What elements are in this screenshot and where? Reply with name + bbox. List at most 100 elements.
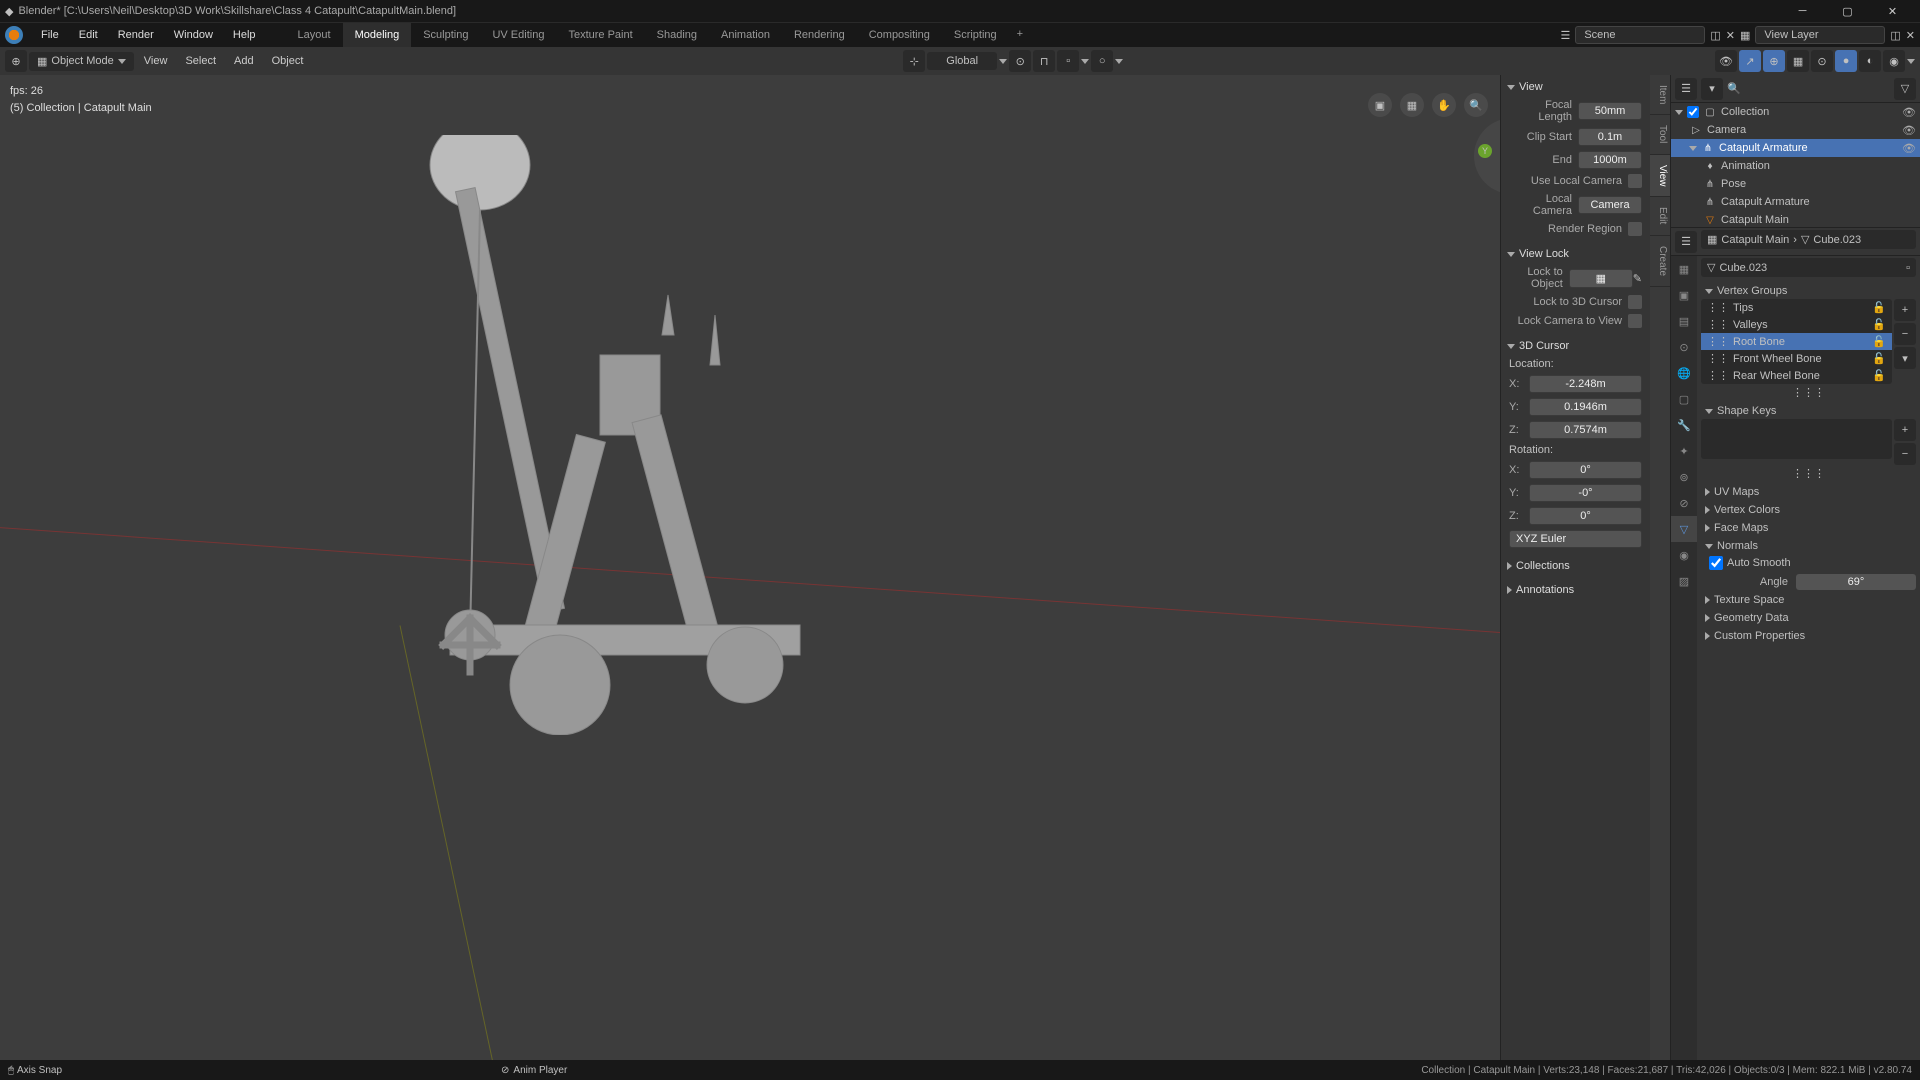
prop-tab-world[interactable]: 🌐	[1671, 360, 1697, 386]
maximize-button[interactable]: ▢	[1825, 1, 1870, 21]
xray-icon[interactable]: ▦	[1787, 50, 1809, 72]
minimize-button[interactable]: ─	[1780, 1, 1825, 21]
vg-tips[interactable]: ⋮⋮Tips🔓	[1701, 299, 1892, 316]
cursor-rz-field[interactable]: 0°	[1529, 507, 1642, 525]
header-menu-object[interactable]: Object	[264, 52, 312, 70]
vertex-groups-header[interactable]: Vertex Groups	[1701, 283, 1916, 299]
gizmo-toggle-icon[interactable]: ↗	[1739, 50, 1761, 72]
viewlayer-browse-icon[interactable]: ◫	[1890, 29, 1900, 42]
pivot-icon[interactable]: ⊙	[1009, 50, 1031, 72]
vg-add-button[interactable]: +	[1894, 299, 1916, 321]
npanel-tab-create[interactable]: Create	[1650, 236, 1670, 287]
snap-target-icon[interactable]: ▫	[1057, 50, 1079, 72]
navigation-gizmo[interactable]: Z Y X	[1474, 118, 1500, 182]
rotation-mode-select[interactable]: XYZ Euler	[1509, 530, 1642, 548]
sk-remove-button[interactable]: −	[1894, 443, 1916, 465]
cursor-ry-field[interactable]: -0°	[1529, 484, 1642, 502]
prop-tab-modifiers[interactable]: 🔧	[1671, 412, 1697, 438]
vg-valleys[interactable]: ⋮⋮Valleys🔓	[1701, 316, 1892, 333]
menu-window[interactable]: Window	[164, 25, 223, 45]
close-icon[interactable]: ⊘	[501, 1065, 509, 1076]
outliner-editor-icon[interactable]: ☰	[1675, 78, 1697, 100]
workspace-tab-animation[interactable]: Animation	[709, 23, 782, 47]
menu-edit[interactable]: Edit	[69, 25, 108, 45]
properties-editor-icon[interactable]: ☰	[1675, 231, 1697, 253]
editor-type-icon[interactable]: ⊕	[5, 50, 27, 72]
close-button[interactable]: ✕	[1870, 1, 1915, 21]
lock-icon[interactable]: 🔓	[1872, 318, 1886, 331]
workspace-tab-compositing[interactable]: Compositing	[857, 23, 942, 47]
prop-tab-particles[interactable]: ✦	[1671, 438, 1697, 464]
auto-smooth-checkbox[interactable]	[1709, 556, 1723, 570]
local-camera-checkbox[interactable]	[1628, 174, 1642, 188]
focal-length-field[interactable]: 50mm	[1578, 102, 1642, 120]
workspace-add-button[interactable]: +	[1009, 23, 1031, 47]
workspace-tab-shading[interactable]: Shading	[645, 23, 709, 47]
workspace-tab-uv[interactable]: UV Editing	[480, 23, 556, 47]
prop-tab-output[interactable]: ▣	[1671, 282, 1697, 308]
shading-wire-icon[interactable]: ⊙	[1811, 50, 1833, 72]
npanel-tab-item[interactable]: Item	[1650, 75, 1670, 115]
search-icon[interactable]: 🔍	[1727, 82, 1741, 95]
lock-camera-view-checkbox[interactable]	[1628, 314, 1642, 328]
shading-solid-icon[interactable]: ●	[1835, 50, 1857, 72]
cursor-rx-field[interactable]: 0°	[1529, 461, 1642, 479]
custom-properties-header[interactable]: Custom Properties	[1701, 628, 1916, 644]
texture-space-header[interactable]: Texture Space	[1701, 592, 1916, 608]
vg-root-bone[interactable]: ⋮⋮Root Bone🔓	[1701, 333, 1892, 350]
outliner-camera[interactable]: ▷ Camera 👁	[1671, 121, 1920, 139]
outliner-pose[interactable]: ⋔ Pose	[1671, 175, 1920, 193]
zoom-icon[interactable]: 🔍	[1464, 93, 1488, 117]
workspace-tab-scripting[interactable]: Scripting	[942, 23, 1009, 47]
visibility-icon[interactable]: 👁	[1715, 50, 1737, 72]
menu-render[interactable]: Render	[108, 25, 164, 45]
pan-icon[interactable]: ✋	[1432, 93, 1456, 117]
grip-icon[interactable]: ⋮⋮⋮	[1792, 387, 1825, 399]
transform-orientation[interactable]: Global	[927, 52, 997, 70]
local-camera-field[interactable]: Camera	[1578, 196, 1642, 214]
npanel-tab-edit[interactable]: Edit	[1650, 197, 1670, 235]
outliner-collection[interactable]: ▢ Collection 👁	[1671, 103, 1920, 121]
expand-icon[interactable]	[1675, 110, 1683, 115]
workspace-tab-sculpting[interactable]: Sculpting	[411, 23, 480, 47]
3dcursor-panel-header[interactable]: 3D Cursor	[1507, 337, 1644, 355]
header-menu-select[interactable]: Select	[177, 52, 224, 70]
shading-rendered-icon[interactable]: ◉	[1883, 50, 1905, 72]
visibility-toggle[interactable]: 👁	[1902, 142, 1916, 155]
camera-view-icon[interactable]: ▣	[1368, 93, 1392, 117]
snap-icon[interactable]: ⊓	[1033, 50, 1055, 72]
lock-icon[interactable]: 🔓	[1872, 301, 1886, 314]
cursor-x-field[interactable]: -2.248m	[1529, 375, 1642, 393]
header-menu-add[interactable]: Add	[226, 52, 262, 70]
prop-tab-viewlayer[interactable]: ▤	[1671, 308, 1697, 334]
viewlayer-field[interactable]: View Layer	[1755, 26, 1885, 44]
vg-menu-button[interactable]: ▾	[1894, 347, 1916, 369]
outliner-filter-icon[interactable]: ▽	[1894, 78, 1916, 100]
prop-tab-scene[interactable]: ⊙	[1671, 334, 1697, 360]
view-panel-header[interactable]: View	[1507, 78, 1644, 96]
collections-panel-header[interactable]: Collections	[1507, 557, 1644, 575]
facemaps-header[interactable]: Face Maps	[1701, 520, 1916, 536]
viewlayer-remove-icon[interactable]: ✕	[1906, 29, 1915, 42]
prop-tab-constraints[interactable]: ⊘	[1671, 490, 1697, 516]
lock-to-object-field[interactable]: ▦	[1569, 269, 1633, 288]
prop-tab-data[interactable]: ▽	[1671, 516, 1697, 542]
normals-header[interactable]: Normals	[1701, 538, 1916, 554]
collection-checkbox[interactable]	[1687, 106, 1699, 118]
breadcrumb-object[interactable]: Catapult Main	[1721, 234, 1789, 246]
breadcrumb-data[interactable]: Cube.023	[1813, 234, 1861, 246]
cursor-z-field[interactable]: 0.7574m	[1529, 421, 1642, 439]
scene-remove-icon[interactable]: ✕	[1726, 29, 1735, 42]
vg-rear-wheel[interactable]: ⋮⋮Rear Wheel Bone🔓	[1701, 367, 1892, 384]
prop-tab-material[interactable]: ◉	[1671, 542, 1697, 568]
menu-help[interactable]: Help	[223, 25, 266, 45]
sk-add-button[interactable]: +	[1894, 419, 1916, 441]
lock-icon[interactable]: 🔓	[1872, 352, 1886, 365]
proportional-icon[interactable]: ○	[1091, 50, 1113, 72]
visibility-toggle[interactable]: 👁	[1902, 106, 1916, 119]
header-menu-view[interactable]: View	[136, 52, 176, 70]
render-region-checkbox[interactable]	[1628, 222, 1642, 236]
workspace-tab-modeling[interactable]: Modeling	[343, 23, 412, 47]
outliner-animation[interactable]: ♦ Animation	[1671, 157, 1920, 175]
cursor-y-field[interactable]: 0.1946m	[1529, 398, 1642, 416]
